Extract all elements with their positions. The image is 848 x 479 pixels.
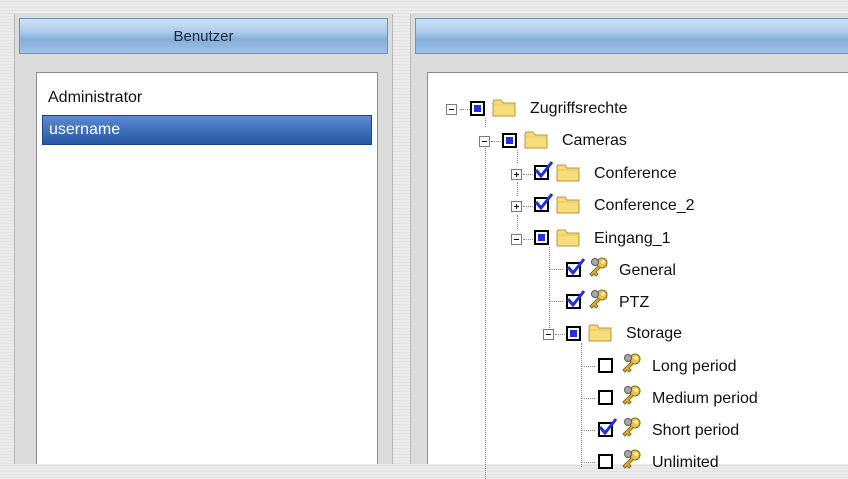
- collapse-toggle[interactable]: [511, 234, 522, 245]
- tree-label-long-period[interactable]: Long period: [652, 358, 737, 376]
- key-icon: [589, 257, 608, 277]
- folder-icon: [556, 229, 580, 247]
- collapse-toggle[interactable]: [446, 104, 457, 115]
- tree-checkbox-eingang-1[interactable]: [534, 230, 549, 245]
- tree-line: [555, 334, 565, 335]
- user-name: Administrator: [48, 89, 143, 106]
- collapse-toggle[interactable]: [479, 136, 490, 147]
- tree-checkbox-conference[interactable]: [534, 161, 554, 180]
- tree-checkbox-conference-2[interactable]: [534, 193, 554, 212]
- tree-line: [549, 301, 563, 302]
- key-icon: [622, 353, 641, 373]
- tree-label-storage[interactable]: Storage: [626, 325, 682, 343]
- tree-checkbox-ptz[interactable]: [566, 290, 586, 309]
- key-icon: [622, 385, 641, 405]
- tree-label-eingang-1[interactable]: Eingang_1: [594, 230, 671, 248]
- tree-line: [581, 430, 595, 431]
- folder-icon: [524, 131, 548, 149]
- tree-line: [517, 182, 518, 196]
- tree-line: [581, 343, 582, 467]
- tree-label-unlimited[interactable]: Unlimited: [652, 454, 719, 472]
- key-icon: [589, 289, 608, 309]
- tree-label-ptz[interactable]: PTZ: [619, 294, 649, 312]
- tree-checkbox-unlimited[interactable]: [598, 454, 613, 469]
- tree-line: [523, 239, 533, 240]
- tree-line: [485, 118, 486, 127]
- tree-label-cameras[interactable]: Cameras: [562, 132, 627, 150]
- user-list[interactable]: Administrator username: [36, 72, 378, 464]
- key-icon: [622, 449, 641, 469]
- users-panel: Benutzer Administrator username: [14, 14, 393, 464]
- tree-label-medium-period[interactable]: Medium period: [652, 390, 758, 408]
- permissions-tree[interactable]: Zugriffsrechte Cameras Conference Confer…: [427, 72, 848, 479]
- user-list-item-username[interactable]: username: [42, 115, 372, 145]
- tree-checkbox-cameras[interactable]: [502, 133, 517, 148]
- tree-line: [491, 141, 501, 142]
- user-list-item-administrator[interactable]: Administrator: [42, 81, 372, 115]
- tree-label-conference[interactable]: Conference: [594, 165, 677, 183]
- collapse-toggle[interactable]: [543, 329, 554, 340]
- tree-checkbox-long-period[interactable]: [598, 358, 613, 373]
- folder-icon: [492, 99, 516, 117]
- tree-line: [581, 462, 595, 463]
- tree-checkbox-storage[interactable]: [566, 326, 581, 341]
- tree-line: [517, 150, 518, 163]
- expand-toggle[interactable]: [511, 169, 522, 180]
- tree-line: [517, 215, 518, 229]
- users-panel-title: Benutzer: [173, 27, 234, 45]
- tree-line: [581, 366, 595, 367]
- expand-toggle[interactable]: [511, 201, 522, 212]
- tree-line: [549, 269, 563, 270]
- tree-line: [549, 247, 550, 334]
- tree-line: [523, 206, 533, 207]
- tree-checkbox-zugriffsrechte[interactable]: [470, 101, 485, 116]
- tree-checkbox-general[interactable]: [566, 258, 586, 277]
- rights-panel-header[interactable]: [415, 18, 848, 54]
- folder-icon: [556, 196, 580, 214]
- key-icon: [622, 417, 641, 437]
- tree-checkbox-medium-period[interactable]: [598, 390, 613, 405]
- tree-line: [460, 109, 470, 110]
- tree-line: [485, 136, 486, 479]
- folder-icon: [588, 324, 612, 342]
- rights-panel: Zugriffsrechte Cameras Conference Confer…: [410, 14, 848, 479]
- user-name: username: [49, 121, 121, 138]
- tree-label-short-period[interactable]: Short period: [652, 422, 739, 440]
- users-panel-header[interactable]: Benutzer: [19, 18, 388, 54]
- folder-icon: [556, 164, 580, 182]
- tree-label-general[interactable]: General: [619, 262, 676, 280]
- tree-label-zugriffsrechte[interactable]: Zugriffsrechte: [530, 100, 628, 118]
- tree-label-conference-2[interactable]: Conference_2: [594, 197, 695, 215]
- tree-line: [523, 174, 533, 175]
- tree-line: [581, 398, 595, 399]
- tree-checkbox-short-period[interactable]: [598, 418, 618, 437]
